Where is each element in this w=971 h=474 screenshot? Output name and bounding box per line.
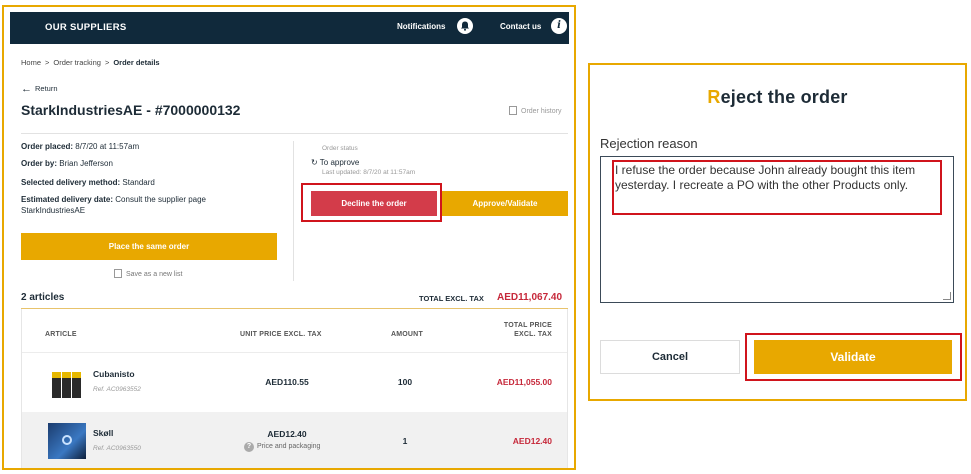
order-by-line: Order by: Brian Jefferson [21, 158, 113, 169]
modal-title-rest: eject the order [720, 87, 848, 107]
resize-handle[interactable] [943, 292, 951, 300]
product-ref: Ref. AC0963550 [93, 445, 141, 452]
line-total: AED11,055.00 [496, 377, 552, 387]
column-header-unit-price: UNIT PRICE EXCL. TAX [240, 331, 322, 338]
brand-logo[interactable]: OUR SUPPLIERS [45, 22, 127, 33]
price-packaging-label: Price and packaging [257, 443, 321, 450]
notifications-link[interactable]: Notifications [397, 22, 445, 31]
order-placed-value: 8/7/20 at 11:57am [75, 142, 140, 151]
delivery-date-line: Estimated delivery date: Consult the sup… [21, 194, 271, 216]
rejection-reason-label: Rejection reason [600, 136, 698, 151]
order-status-updated: Last updated: 8/7/20 at 11:57am [322, 169, 416, 176]
cancel-button[interactable]: Cancel [600, 340, 740, 374]
unit-price: AED110.55 [265, 377, 309, 387]
breadcrumb: Home > Order tracking > Order details [21, 58, 160, 67]
breadcrumb-home[interactable]: Home [21, 58, 41, 67]
column-header-article: ARTICLE [45, 331, 77, 338]
column-header-total-line1: TOTAL PRICE [503, 322, 552, 329]
delivery-date-label: Estimated delivery date: [21, 195, 114, 204]
rejection-reason-textarea[interactable]: I refuse the order because John already … [600, 156, 954, 303]
articles-count: 2 articles [21, 292, 65, 303]
product-image [48, 423, 86, 459]
place-same-order-button[interactable]: Place the same order [21, 233, 277, 260]
order-status-value: ↻ To approve [311, 158, 359, 167]
breadcrumb-separator: > [45, 58, 50, 67]
bell-icon[interactable] [457, 18, 473, 34]
amount: 100 [397, 377, 413, 387]
column-header-total-price: TOTAL PRICE EXCL. TAX [472, 321, 552, 339]
breadcrumb-separator: > [104, 58, 110, 67]
order-history-label: Order history [521, 108, 562, 115]
delivery-method-value: Standard [122, 178, 155, 187]
return-label: Return [35, 84, 58, 93]
reject-order-modal: Reject the order Rejection reason I refu… [588, 63, 967, 401]
order-status-title: Order status [322, 145, 358, 152]
order-history-link[interactable]: Order history [509, 106, 561, 115]
column-header-total-line2: EXCL. TAX [514, 331, 552, 338]
total-excl-tax-label: TOTAL EXCL. TAX [419, 294, 484, 303]
highlight-box [301, 183, 442, 222]
save-as-list-link[interactable]: Save as a new list [114, 269, 182, 278]
return-link[interactable]: ← Return [21, 83, 58, 95]
save-list-label: Save as a new list [126, 271, 183, 278]
product-ref: Ref. AC0963552 [93, 386, 141, 393]
price-packaging-info[interactable]: ? Price and packaging [244, 442, 320, 452]
refresh-icon: ↻ [311, 158, 318, 167]
arrow-left-icon: ← [21, 83, 32, 95]
table-row[interactable]: Skøll Ref. AC0963550 AED12.40 ? Price and… [22, 412, 567, 468]
order-by-label: Order by: [21, 159, 58, 168]
amount: 1 [402, 436, 408, 446]
column-header-amount: AMOUNT [391, 331, 423, 338]
info-icon[interactable]: i [551, 18, 567, 34]
top-navigation-bar: OUR SUPPLIERS Notifications Contact us i [10, 12, 569, 44]
contact-us-link[interactable]: Contact us [500, 22, 541, 31]
breadcrumb-current: Order details [113, 58, 160, 67]
divider [293, 141, 294, 281]
highlight-box [612, 160, 942, 215]
product-name[interactable]: Cubanisto [93, 369, 135, 379]
order-placed-label: Order placed: [21, 142, 74, 151]
modal-title: Reject the order [590, 87, 965, 108]
order-placed-line: Order placed: 8/7/20 at 11:57am [21, 141, 139, 152]
modal-title-accent: R [707, 87, 721, 107]
unit-price: AED12.40 [267, 429, 307, 439]
product-image [48, 364, 86, 400]
total-excl-tax-value: AED11,067.40 [497, 292, 563, 303]
delivery-method-line: Selected delivery method: Standard [21, 177, 155, 188]
approve-validate-button[interactable]: Approve/Validate [442, 191, 568, 216]
page-title: StarkIndustriesAE - #7000000132 [21, 102, 241, 118]
delivery-method-label: Selected delivery method: [21, 178, 121, 187]
list-icon [114, 269, 122, 278]
order-status-text: To approve [319, 158, 360, 167]
product-name[interactable]: Skøll [93, 428, 113, 438]
highlight-box [745, 333, 962, 381]
divider [21, 133, 568, 134]
breadcrumb-order-tracking[interactable]: Order tracking [53, 58, 101, 67]
table-row[interactable]: Cubanisto Ref. AC0963552 AED110.55 100 A… [22, 352, 567, 412]
order-details-screen: OUR SUPPLIERS Notifications Contact us i… [2, 5, 576, 470]
order-by-value: Brian Jefferson [59, 159, 113, 168]
articles-table: ARTICLE UNIT PRICE EXCL. TAX AMOUNT TOTA… [21, 309, 568, 468]
help-icon: ? [244, 442, 254, 452]
line-total: AED12.40 [512, 436, 552, 446]
document-icon [509, 106, 517, 115]
